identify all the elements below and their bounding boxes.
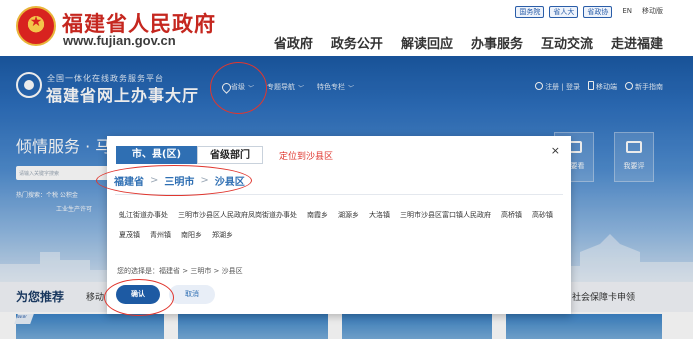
cancel-button[interactable]: 取消 <box>169 285 215 304</box>
subregion-option[interactable]: 夏茂镇 <box>119 230 140 240</box>
subregion-option[interactable]: 南阳乡 <box>181 230 202 240</box>
nav-item-about-fujian[interactable]: 走进福建 <box>611 33 663 52</box>
breadcrumb-separator: > <box>200 174 209 186</box>
nav-item-services[interactable]: 办事服务 <box>471 33 523 52</box>
nav-item-interpretation[interactable]: 解读回应 <box>401 33 453 52</box>
breadcrumb-district[interactable]: 沙县区 <box>215 173 245 188</box>
breadcrumb-city[interactable]: 三明市 <box>164 173 194 188</box>
breadcrumb-province[interactable]: 福建省 <box>114 173 144 188</box>
gov-header: 福建省人民政府 www.fujian.gov.cn 国务院 省人大 省政协 EN… <box>0 0 693 56</box>
selection-summary: 您的选择是：福建省 > 三明市 > 沙县区 <box>117 267 243 275</box>
site-url[interactable]: www.fujian.gov.cn <box>63 33 176 48</box>
nav-item-interaction[interactable]: 互动交流 <box>541 33 593 52</box>
subregion-option[interactable]: 三明市沙县区富口镇人民政府 <box>400 210 491 220</box>
locate-hint: 定位到沙县区 <box>279 152 334 162</box>
subregion-option[interactable]: 南霞乡 <box>307 210 328 220</box>
subregion-options: 虬江街道办事处 三明市沙县区人民政府凤岗街道办事处 南霞乡 湖源乡 大洛镇 三明… <box>119 210 559 240</box>
region-breadcrumb: 福建省 > 三明市 > 沙县区 <box>114 172 245 188</box>
subregion-option[interactable]: 三明市沙县区人民政府凤岗街道办事处 <box>178 210 297 220</box>
util-link-english[interactable]: EN <box>617 6 632 18</box>
divider <box>115 194 563 195</box>
close-icon[interactable]: × <box>551 144 560 157</box>
utility-links: 国务院 省人大 省政协 EN 移动版 <box>515 6 663 18</box>
subregion-option[interactable]: 高砂镇 <box>532 210 553 220</box>
subregion-option[interactable]: 高桥镇 <box>501 210 522 220</box>
tab-city-county[interactable]: 市、县(区) <box>116 146 197 164</box>
tab-provincial-departments[interactable]: 省级部门 <box>197 146 263 164</box>
subregion-option[interactable]: 青州镇 <box>150 230 171 240</box>
region-select-dialog: 市、县(区) 省级部门 定位到沙县区 × 福建省 > 三明市 > 沙县区 虬江街… <box>107 136 571 314</box>
subregion-option[interactable]: 郑湖乡 <box>212 230 233 240</box>
util-link-mobile[interactable]: 移动版 <box>637 6 663 18</box>
main-nav: 省政府 政务公开 解读回应 办事服务 互动交流 走进福建 <box>274 33 663 52</box>
util-link-provincial-congress[interactable]: 省人大 <box>549 6 579 18</box>
national-emblem-icon <box>16 6 56 46</box>
subregion-option[interactable]: 大洛镇 <box>369 210 390 220</box>
breadcrumb-separator: > <box>150 174 159 186</box>
util-link-cppcc[interactable]: 省政协 <box>583 6 613 18</box>
subregion-option[interactable]: 湖源乡 <box>338 210 359 220</box>
subregion-option[interactable]: 虬江街道办事处 <box>119 210 168 220</box>
util-link-state-council[interactable]: 国务院 <box>515 6 545 18</box>
confirm-button[interactable]: 确认 <box>116 285 160 304</box>
nav-item-government[interactable]: 省政府 <box>274 33 313 52</box>
nav-item-open-affairs[interactable]: 政务公开 <box>331 33 383 52</box>
